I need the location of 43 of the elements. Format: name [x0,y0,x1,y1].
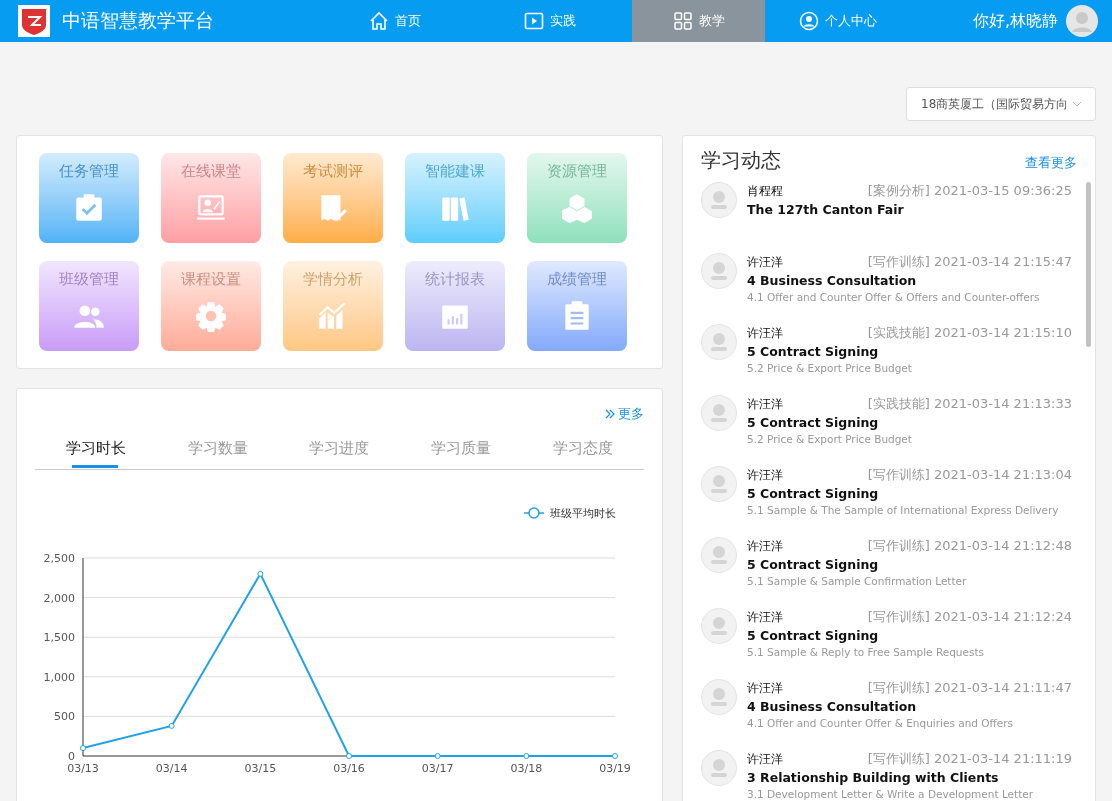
activity-subtitle: 5.2 Price & Export Price Budget [747,433,913,445]
x-axis-label: 03/16 [333,762,365,775]
x-axis-label: 03/14 [155,762,188,775]
activity-meta: [写作训练] 2021-03-14 21:12:48 [867,537,1072,555]
y-axis-label: 2,500 [43,552,75,565]
platform-title: 中语智慧教学平台 [62,8,214,33]
x-axis-label: 03/17 [421,762,454,775]
y-axis-label: 2,000 [43,591,75,605]
activity-meta: [案例分析] 2021-03-15 09:36:25 [867,182,1072,200]
activity-subtitle: 4.1 Offer and Counter Offer & Enquiries and Offers [747,717,1015,729]
x-axis-label: 03/18 [510,762,543,775]
student-name: 许汪洋 [747,254,783,271]
activity-subtitle: 4.1 Offer and Counter Offer & Offers and Counter-offers [747,291,1041,303]
activity-meta: [写作训练] 2021-03-14 21:12:24 [867,608,1072,626]
activity-meta: [写作训练] 2021-03-14 21:13:04 [867,466,1072,484]
x-axis-label: 03/19 [599,762,631,775]
student-name: 许汪洋 [747,325,783,342]
student-name: 许汪洋 [747,396,783,413]
activity-subtitle: 5.1 Sample & Sample Confirmation Letter [747,575,968,587]
x-axis-label: 03/15 [244,762,277,775]
activity-subtitle: 5.1 Sample & The Sample of International Express Delivery [747,504,1060,516]
student-name: 许汪洋 [747,467,783,484]
activity-meta: [写作训练] 2021-03-14 21:15:47 [867,253,1072,271]
y-axis-label: 0 [68,750,75,763]
student-name: 许汪洋 [747,751,783,768]
activity-meta: [实践技能] 2021-03-14 21:15:10 [867,324,1072,342]
student-name: 许汪洋 [747,680,783,697]
activity-meta: [写作训练] 2021-03-14 21:11:19 [867,750,1072,768]
x-axis-label: 03/13 [67,762,99,775]
activity-subtitle: 5.2 Price & Export Price Budget [747,362,913,374]
legend-label: 班级平均时长 [550,507,616,520]
activity-subtitle: 3.1 Development Letter & Write a Development Letter [747,788,1035,800]
activity-subtitle: 5.1 Sample & Reply to Free Sample Requests [747,646,985,658]
activity-meta: [实践技能] 2021-03-14 21:13:33 [867,395,1072,413]
panel-title: 学习动态 [701,147,781,174]
y-axis-label: 500 [54,710,75,724]
student-name: 许汪洋 [747,538,783,555]
y-axis-label: 1,500 [43,631,75,645]
activity-meta: [写作训练] 2021-03-14 21:11:47 [867,679,1072,697]
student-name: 许汪洋 [747,609,783,626]
student-name: 肖程程 [747,183,783,200]
y-axis-label: 1,000 [43,670,75,684]
user-greeting: 你好,林晓静 [972,10,1058,32]
